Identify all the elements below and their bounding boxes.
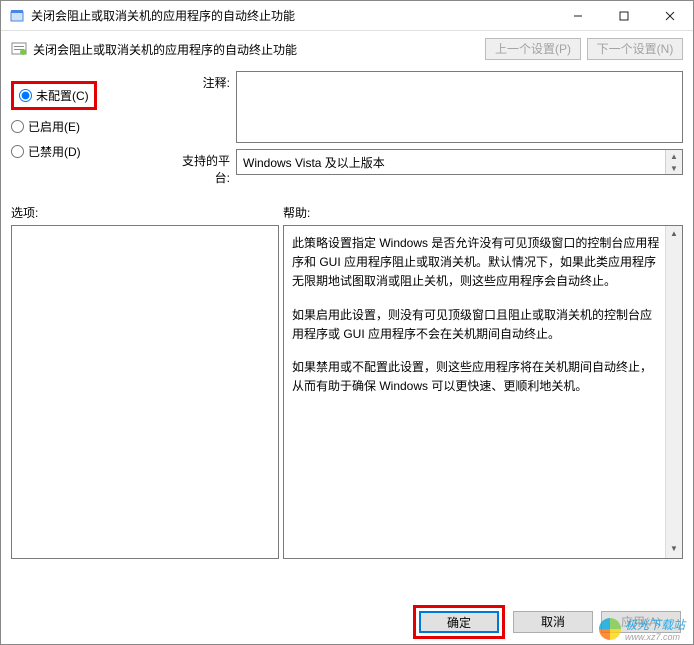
ok-button[interactable]: 确定: [419, 611, 499, 633]
comment-input[interactable]: [236, 71, 683, 143]
minimize-button[interactable]: [555, 1, 601, 30]
next-setting-button[interactable]: 下一个设置(N): [587, 38, 683, 60]
window-controls: [555, 1, 693, 30]
radio-disabled-label: 已禁用(D): [28, 143, 81, 160]
titlebar: 关闭会阻止或取消关机的应用程序的自动终止功能: [1, 1, 693, 31]
cancel-button[interactable]: 取消: [513, 611, 593, 633]
platform-value: Windows Vista 及以上版本: [243, 154, 676, 171]
platform-scrollbar[interactable]: ▲ ▼: [665, 150, 682, 174]
scroll-down-icon[interactable]: ▼: [666, 162, 682, 174]
help-scrollbar[interactable]: ▲ ▼: [665, 226, 682, 558]
maximize-button[interactable]: [601, 1, 647, 30]
comment-label: 注释:: [176, 71, 236, 91]
form-column: 注释: 支持的平台: Windows Vista 及以上版本 ▲ ▼: [176, 71, 683, 192]
help-paragraph-3: 如果禁用或不配置此设置，则这些应用程序将在关机期间自动终止，从而有助于确保 Wi…: [292, 358, 660, 396]
toolbar: 关闭会阻止或取消关机的应用程序的自动终止功能 上一个设置(P) 下一个设置(N): [1, 31, 693, 67]
help-panel: 此策略设置指定 Windows 是否允许没有可见顶级窗口的控制台应用程序和 GU…: [283, 225, 683, 559]
scroll-track[interactable]: [666, 243, 682, 541]
close-button[interactable]: [647, 1, 693, 30]
lower-section: 此策略设置指定 Windows 是否允许没有可见顶级窗口的控制台应用程序和 GU…: [1, 225, 693, 559]
scroll-up-icon[interactable]: ▲: [666, 150, 682, 162]
platform-box: Windows Vista 及以上版本 ▲ ▼: [236, 149, 683, 175]
help-paragraph-2: 如果启用此设置，则没有可见顶级窗口且阻止或取消关机的控制台应用程序或 GUI 应…: [292, 306, 660, 344]
section-labels: 选项: 帮助:: [1, 196, 693, 225]
highlight-not-configured: 未配置(C): [11, 81, 97, 110]
prev-setting-button[interactable]: 上一个设置(P): [485, 38, 581, 60]
platform-label: 支持的平台:: [176, 149, 236, 186]
radio-not-configured[interactable]: [19, 89, 32, 102]
radio-enabled[interactable]: [11, 120, 24, 133]
policy-icon: [11, 41, 27, 57]
scroll-down-icon[interactable]: ▼: [666, 541, 682, 558]
radio-enabled-label: 已启用(E): [28, 118, 80, 135]
highlight-ok: 确定: [413, 605, 505, 639]
help-label: 帮助:: [283, 204, 310, 221]
options-panel: [11, 225, 279, 559]
app-icon: [9, 8, 25, 24]
footer: 确定 取消 应用(A): [1, 599, 693, 644]
window-title: 关闭会阻止或取消关机的应用程序的自动终止功能: [31, 7, 555, 24]
radio-disabled[interactable]: [11, 145, 24, 158]
options-label: 选项:: [11, 204, 283, 221]
help-paragraph-1: 此策略设置指定 Windows 是否允许没有可见顶级窗口的控制台应用程序和 GU…: [292, 234, 660, 292]
upper-section: 未配置(C) 已启用(E) 已禁用(D) 注释: 支持的平台: Windows …: [1, 67, 693, 196]
scroll-up-icon[interactable]: ▲: [666, 226, 682, 243]
toolbar-title: 关闭会阻止或取消关机的应用程序的自动终止功能: [33, 41, 479, 58]
radio-group: 未配置(C) 已启用(E) 已禁用(D): [11, 71, 166, 192]
apply-button[interactable]: 应用(A): [601, 611, 681, 633]
radio-not-configured-label: 未配置(C): [36, 87, 89, 104]
